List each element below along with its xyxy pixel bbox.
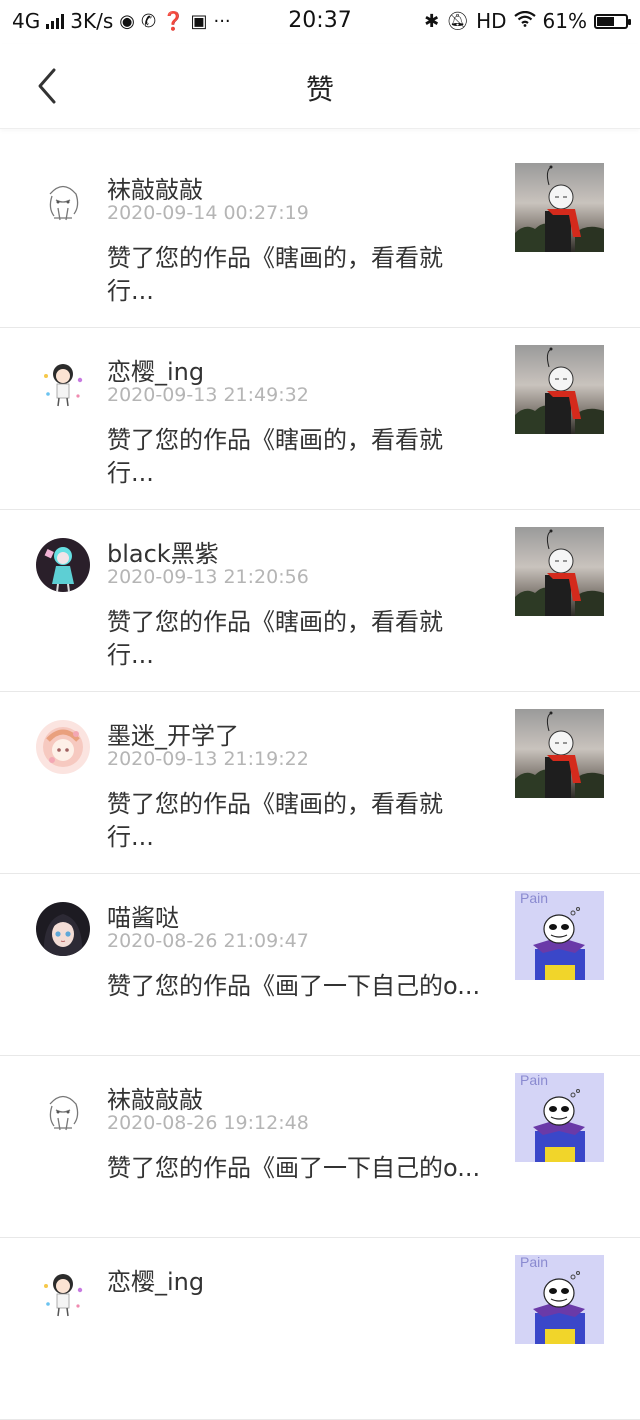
user-avatar[interactable] <box>36 174 90 228</box>
artwork-thumbnail[interactable] <box>515 709 604 798</box>
username[interactable]: 墨迷_开学了 <box>107 716 239 751</box>
user-avatar[interactable] <box>36 538 90 592</box>
artwork-thumbnail[interactable] <box>515 345 604 434</box>
artwork-thumbnail[interactable]: Pain <box>515 1255 604 1344</box>
user-avatar[interactable] <box>36 720 90 774</box>
like-message: 赞了您的作品《瞎画的，看看就行... <box>107 790 443 851</box>
username[interactable]: 袜敲敲敲 <box>107 170 203 205</box>
svg-text:Pain: Pain <box>520 891 548 906</box>
page-title: 赞 <box>305 73 334 106</box>
svg-text:Pain: Pain <box>520 1255 548 1270</box>
username[interactable]: 袜敲敲敲 <box>107 1080 203 1115</box>
user-avatar[interactable] <box>36 356 90 410</box>
artwork-thumbnail[interactable] <box>515 527 604 616</box>
like-message: 赞了您的作品《瞎画的，看看就行... <box>107 426 443 487</box>
header-bar: 赞 <box>0 44 640 129</box>
battery-percent: 61% <box>542 9 587 33</box>
user-avatar[interactable] <box>36 1084 90 1138</box>
timestamp: 2020-08-26 21:09:47 <box>107 930 309 952</box>
mute-bell-icon: 🔕︎ <box>446 10 470 32</box>
status-right: ✱ 🔕︎ HD 61% <box>424 9 631 33</box>
like-message: 赞了您的作品《瞎画的，看看就行... <box>107 244 443 305</box>
likes-list: 袜敲敲敲 2020-09-14 00:27:19 赞了您的作品《瞎画的，看看就行… <box>0 146 640 1420</box>
like-item[interactable]: 恋樱_ing Pain <box>0 1238 640 1420</box>
svg-text:Pain: Pain <box>520 1073 548 1088</box>
like-item[interactable]: 喵酱哒 2020-08-26 21:09:47 赞了您的作品《画了一下自己的o.… <box>0 874 640 1056</box>
like-message: 赞了您的作品《瞎画的，看看就行... <box>107 608 443 669</box>
artwork-thumbnail[interactable]: Pain <box>515 891 604 980</box>
timestamp: 2020-09-13 21:19:22 <box>107 748 309 770</box>
like-message: 赞了您的作品《画了一下自己的o... <box>107 972 481 1000</box>
username[interactable]: 恋樱_ing <box>107 352 204 387</box>
timestamp: 2020-09-14 00:27:19 <box>107 202 309 224</box>
user-avatar[interactable] <box>36 1266 90 1320</box>
username[interactable]: 喵酱哒 <box>107 898 179 933</box>
like-message: 赞了您的作品《画了一下自己的o... <box>107 1154 481 1182</box>
user-avatar[interactable] <box>36 902 90 956</box>
wifi-icon <box>513 10 536 32</box>
battery-icon <box>594 13 631 29</box>
timestamp: 2020-08-26 19:12:48 <box>107 1112 309 1134</box>
artwork-thumbnail[interactable]: Pain <box>515 1073 604 1162</box>
artwork-thumbnail[interactable] <box>515 163 604 252</box>
like-item[interactable]: 恋樱_ing 2020-09-13 21:49:32 赞了您的作品《瞎画的，看看… <box>0 328 640 510</box>
timestamp: 2020-09-13 21:49:32 <box>107 384 309 406</box>
like-item[interactable]: 墨迷_开学了 2020-09-13 21:19:22 赞了您的作品《瞎画的，看看… <box>0 692 640 874</box>
hd-label: HD <box>476 9 507 33</box>
status-bar: 4G 3K/s ◉ ✆ ❓ ▣ ··· 20:37 ✱ 🔕︎ HD 61% <box>0 0 640 44</box>
timestamp: 2020-09-13 21:20:56 <box>107 566 309 588</box>
like-item[interactable]: 袜敲敲敲 2020-09-14 00:27:19 赞了您的作品《瞎画的，看看就行… <box>0 146 640 328</box>
like-item[interactable]: black黑紫 2020-09-13 21:20:56 赞了您的作品《瞎画的，看… <box>0 510 640 692</box>
like-item[interactable]: 袜敲敲敲 2020-08-26 19:12:48 赞了您的作品《画了一下自己的o… <box>0 1056 640 1238</box>
username[interactable]: black黑紫 <box>107 534 219 569</box>
bluetooth-icon: ✱ <box>424 10 440 32</box>
